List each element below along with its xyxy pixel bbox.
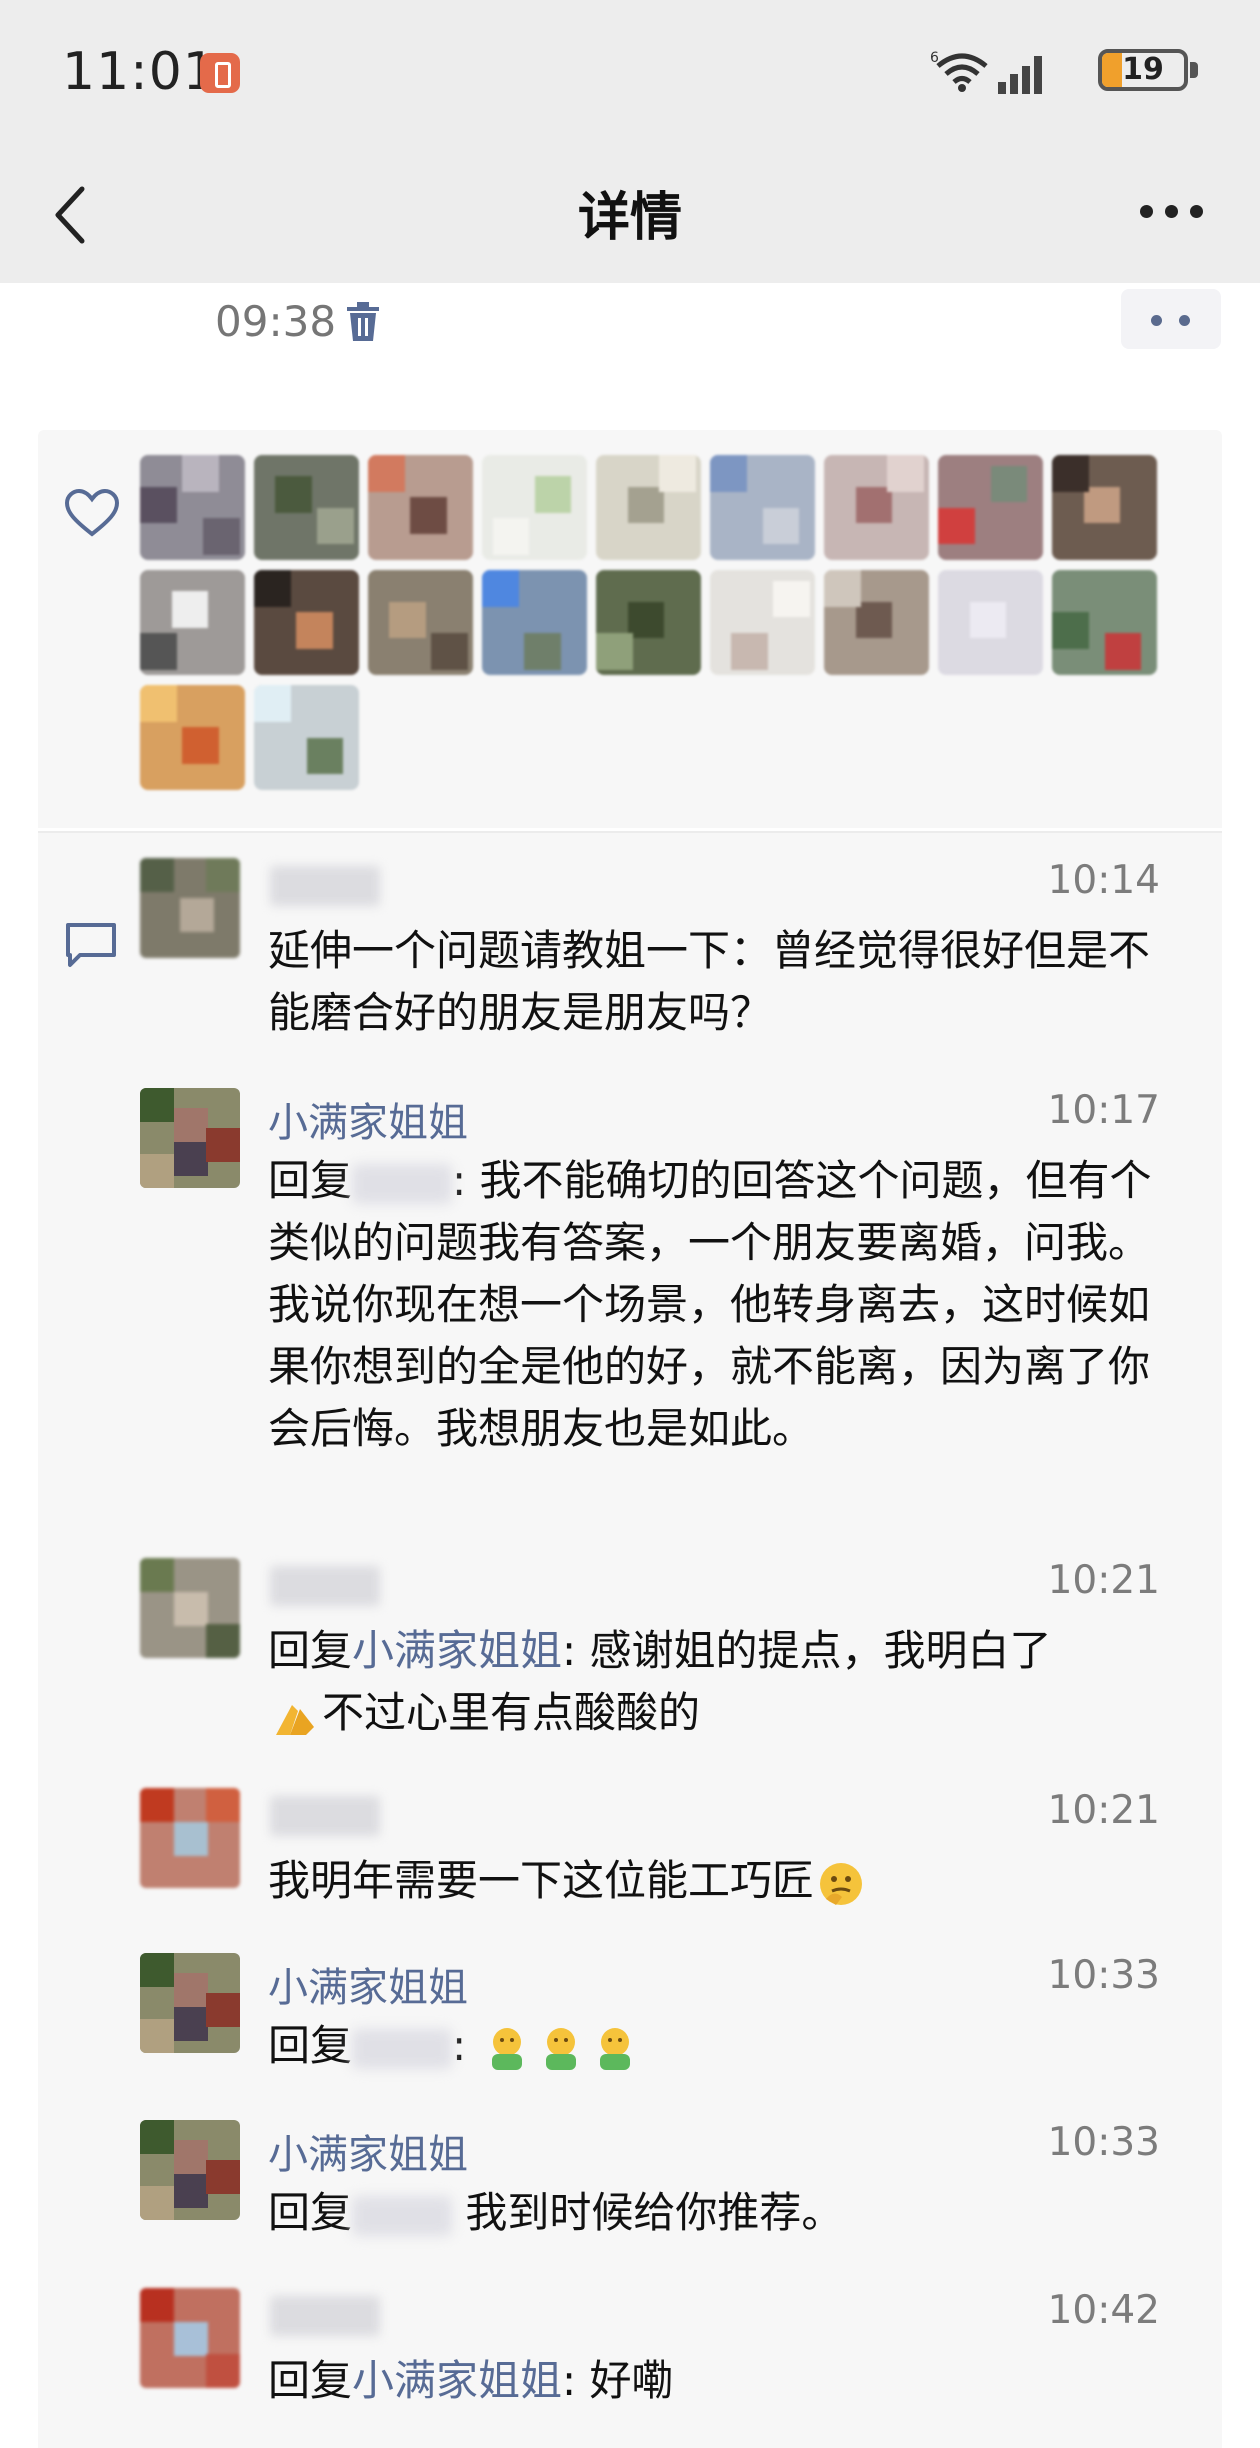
commenter-name[interactable]: 小满家姐姐: [268, 1090, 468, 1148]
nav-bar: 详情: [0, 145, 1260, 283]
moment-detail: 09:38 10:14 延伸一个问题请教姐一下：曾经觉得很好但是不能磨合好的朋友…: [0, 283, 1260, 2448]
avatar[interactable]: [140, 1088, 240, 1188]
delete-icon[interactable]: [346, 301, 380, 343]
comment-item[interactable]: 10:42 回复小满家姐姐: 好嘞: [38, 2288, 1222, 2438]
liker-avatar[interactable]: [368, 570, 473, 675]
comment-time: 10:14: [1047, 858, 1160, 903]
liker-avatar[interactable]: [368, 455, 473, 560]
comment-text: 回复小满家姐姐: 好嘞: [268, 2356, 674, 2405]
liker-avatar[interactable]: [254, 685, 359, 790]
avatar[interactable]: [140, 1788, 240, 1888]
liker-avatar[interactable]: [596, 570, 701, 675]
comments-section: 10:14 延伸一个问题请教姐一下：曾经觉得很好但是不能磨合好的朋友是朋友吗？ …: [38, 831, 1222, 2448]
battery-level: 19: [1122, 52, 1164, 87]
likes-section: [38, 430, 1222, 828]
comment-text: 回复小满家姐姐: 感谢姐的提点，我明白了 不过心里有点酸酸的: [268, 1620, 1168, 1744]
status-time: 11:01: [62, 42, 217, 102]
signal-icon: [998, 56, 1042, 94]
commenter-name[interactable]: 小满家姐姐: [268, 1955, 468, 2013]
comment-item[interactable]: 小满家姐姐 10:33 回复 我到时候给你推荐。: [38, 2120, 1222, 2270]
more-options-icon[interactable]: [1140, 201, 1204, 221]
heart-icon: [64, 488, 120, 537]
thinking-emoji-icon: [820, 1862, 863, 1905]
liker-avatar[interactable]: [482, 570, 587, 675]
liker-avatar[interactable]: [596, 455, 701, 560]
avatar[interactable]: [140, 2120, 240, 2220]
comment-item[interactable]: 10:14 延伸一个问题请教姐一下：曾经觉得很好但是不能磨合好的朋友是朋友吗？: [38, 858, 1222, 1068]
liker-avatar[interactable]: [710, 455, 815, 560]
wifi-icon: 6: [930, 50, 988, 92]
comment-time: 10:42: [1047, 2288, 1160, 2333]
liker-avatar[interactable]: [254, 570, 359, 675]
mention-link[interactable]: 小满家姐姐: [352, 1626, 562, 1675]
comment-item[interactable]: 10:21 我明年需要一下这位能工巧匠: [38, 1788, 1222, 1938]
page-title: 详情: [577, 188, 682, 248]
battery-icon: 19: [1098, 49, 1188, 91]
commenter-name-redacted[interactable]: [270, 866, 380, 906]
hug-emoji-icon: [545, 2027, 576, 2070]
status-icons: 6 19: [900, 44, 1200, 96]
comment-text: 我明年需要一下这位能工巧匠: [268, 1850, 1168, 1912]
notification-icon: [200, 53, 240, 93]
comment-text: 延伸一个问题请教姐一下：曾经觉得很好但是不能磨合好的朋友是朋友吗？: [268, 926, 1151, 1037]
commenter-name-redacted[interactable]: [270, 2296, 380, 2336]
liker-avatar[interactable]: [938, 455, 1043, 560]
commenter-name-redacted[interactable]: [270, 1566, 380, 1606]
comment-item[interactable]: 小满家姐姐 10:33 回复:: [38, 1953, 1222, 2103]
liker-avatar[interactable]: [140, 455, 245, 560]
commenter-name-redacted[interactable]: [270, 1796, 380, 1836]
avatar[interactable]: [140, 858, 240, 958]
mention-redacted[interactable]: [352, 2028, 453, 2069]
liker-avatar[interactable]: [1052, 570, 1157, 675]
mention-redacted[interactable]: [352, 2195, 453, 2236]
liker-avatar[interactable]: [482, 455, 587, 560]
liker-avatar[interactable]: [140, 570, 245, 675]
liker-avatar[interactable]: [938, 570, 1043, 675]
comment-text: 回复:: [268, 2015, 1168, 2077]
comment-text: 回复 我到时候给你推荐。: [268, 2188, 844, 2237]
hug-emoji-icon: [599, 2027, 630, 2070]
liker-avatar[interactable]: [254, 455, 359, 560]
hug-emoji-icon: [491, 2027, 522, 2070]
avatar[interactable]: [140, 2288, 240, 2388]
liker-avatar[interactable]: [710, 570, 815, 675]
comment-time: 10:33: [1047, 2120, 1160, 2165]
comment-time: 10:21: [1047, 1788, 1160, 1833]
liker-avatar[interactable]: [140, 685, 245, 790]
comment-item[interactable]: 小满家姐姐 10:17 回复: 我不能确切的回答这个问题，但有个类似的问题我有答…: [38, 1088, 1222, 1538]
comment-item[interactable]: 10:21 回复小满家姐姐: 感谢姐的提点，我明白了 不过心里有点酸酸的: [38, 1558, 1222, 1768]
mention-redacted[interactable]: [352, 1163, 453, 1204]
mention-link[interactable]: 小满家姐姐: [352, 2356, 562, 2405]
commenter-name[interactable]: 小满家姐姐: [268, 2122, 468, 2180]
post-time: 09:38: [215, 297, 337, 346]
liker-avatar[interactable]: [1052, 455, 1157, 560]
pray-emoji-icon: [276, 1704, 314, 1735]
comment-text: 回复: 我不能确切的回答这个问题，但有个类似的问题我有答案，一个朋友要离婚，问我…: [268, 1156, 1152, 1453]
comment-like-menu-button[interactable]: [1121, 289, 1221, 349]
avatar[interactable]: [140, 1953, 240, 2053]
comment-time: 10:21: [1047, 1558, 1160, 1603]
status-bar: 11:01 6 19: [0, 0, 1260, 145]
liker-avatar[interactable]: [824, 570, 929, 675]
comment-time: 10:33: [1047, 1953, 1160, 1998]
avatar[interactable]: [140, 1558, 240, 1658]
liker-avatar[interactable]: [824, 455, 929, 560]
comment-time: 10:17: [1047, 1088, 1160, 1133]
